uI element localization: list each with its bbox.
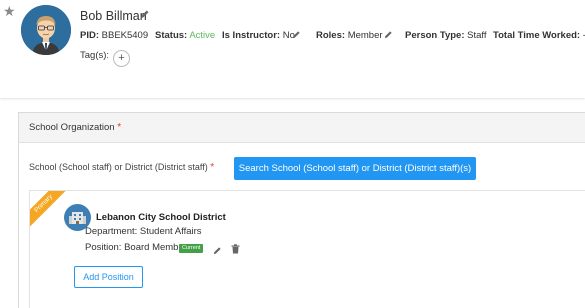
school-district-label: School (School staff) or District (Distr… (29, 162, 214, 173)
panel-header: School Organization * (19, 113, 585, 143)
person-type-label: Person Type: (405, 30, 465, 41)
position-text: Position: Board Member (85, 242, 187, 253)
school-district-label-text: School (School staff) or District (Distr… (29, 162, 208, 172)
tags-label: Tag(s): (80, 50, 110, 61)
edit-name-icon[interactable] (140, 9, 150, 22)
total-time-label: Total Time Worked: (493, 30, 581, 41)
panel-title: School Organization * (29, 122, 121, 133)
edit-instructor-icon[interactable] (292, 30, 301, 42)
add-tag-button[interactable]: + (113, 50, 130, 67)
instructor-label: Is Instructor: (222, 30, 281, 41)
status-field: Status: Active (155, 30, 215, 41)
department-text: Department: Student Affairs (85, 226, 202, 237)
star-icon[interactable]: ★ (3, 4, 17, 18)
field-required-marker: * (210, 162, 215, 173)
avatar-illustration (21, 5, 71, 55)
pid-field: PID: BBEK5409 (80, 30, 148, 41)
roles-label: Roles: (316, 30, 346, 41)
delete-position-icon[interactable] (231, 241, 241, 254)
instructor-field: Is Instructor: No (222, 30, 295, 41)
edit-roles-icon[interactable] (384, 30, 393, 42)
status-label: Status: (155, 30, 188, 41)
panel-title-text: School Organization (29, 122, 115, 133)
pid-label: PID: (80, 30, 99, 41)
person-type-field: Person Type: Staff (405, 30, 487, 41)
pid-value: BBEK5409 (101, 30, 149, 41)
status-value: Active (189, 30, 216, 41)
school-name: Lebanon City School District (96, 212, 226, 223)
person-type-value: Staff (467, 30, 487, 41)
avatar (21, 5, 71, 55)
total-time-field: Total Time Worked: - (493, 30, 585, 41)
school-organization-panel: School Organization * School (School sta… (18, 112, 585, 308)
person-name: Bob Billman (80, 9, 147, 23)
profile-header: ★ Bob Billman PID: BBEK5409 Status: Acti… (0, 0, 585, 98)
edit-position-icon[interactable] (213, 242, 223, 255)
current-badge: Current (179, 244, 204, 253)
add-position-button[interactable]: Add Position (74, 266, 143, 288)
required-marker: * (117, 122, 122, 133)
roles-field: Roles: Member (316, 30, 383, 41)
search-school-district-button[interactable]: Search School (School staff) or District… (234, 157, 476, 180)
roles-value: Member (347, 30, 383, 41)
